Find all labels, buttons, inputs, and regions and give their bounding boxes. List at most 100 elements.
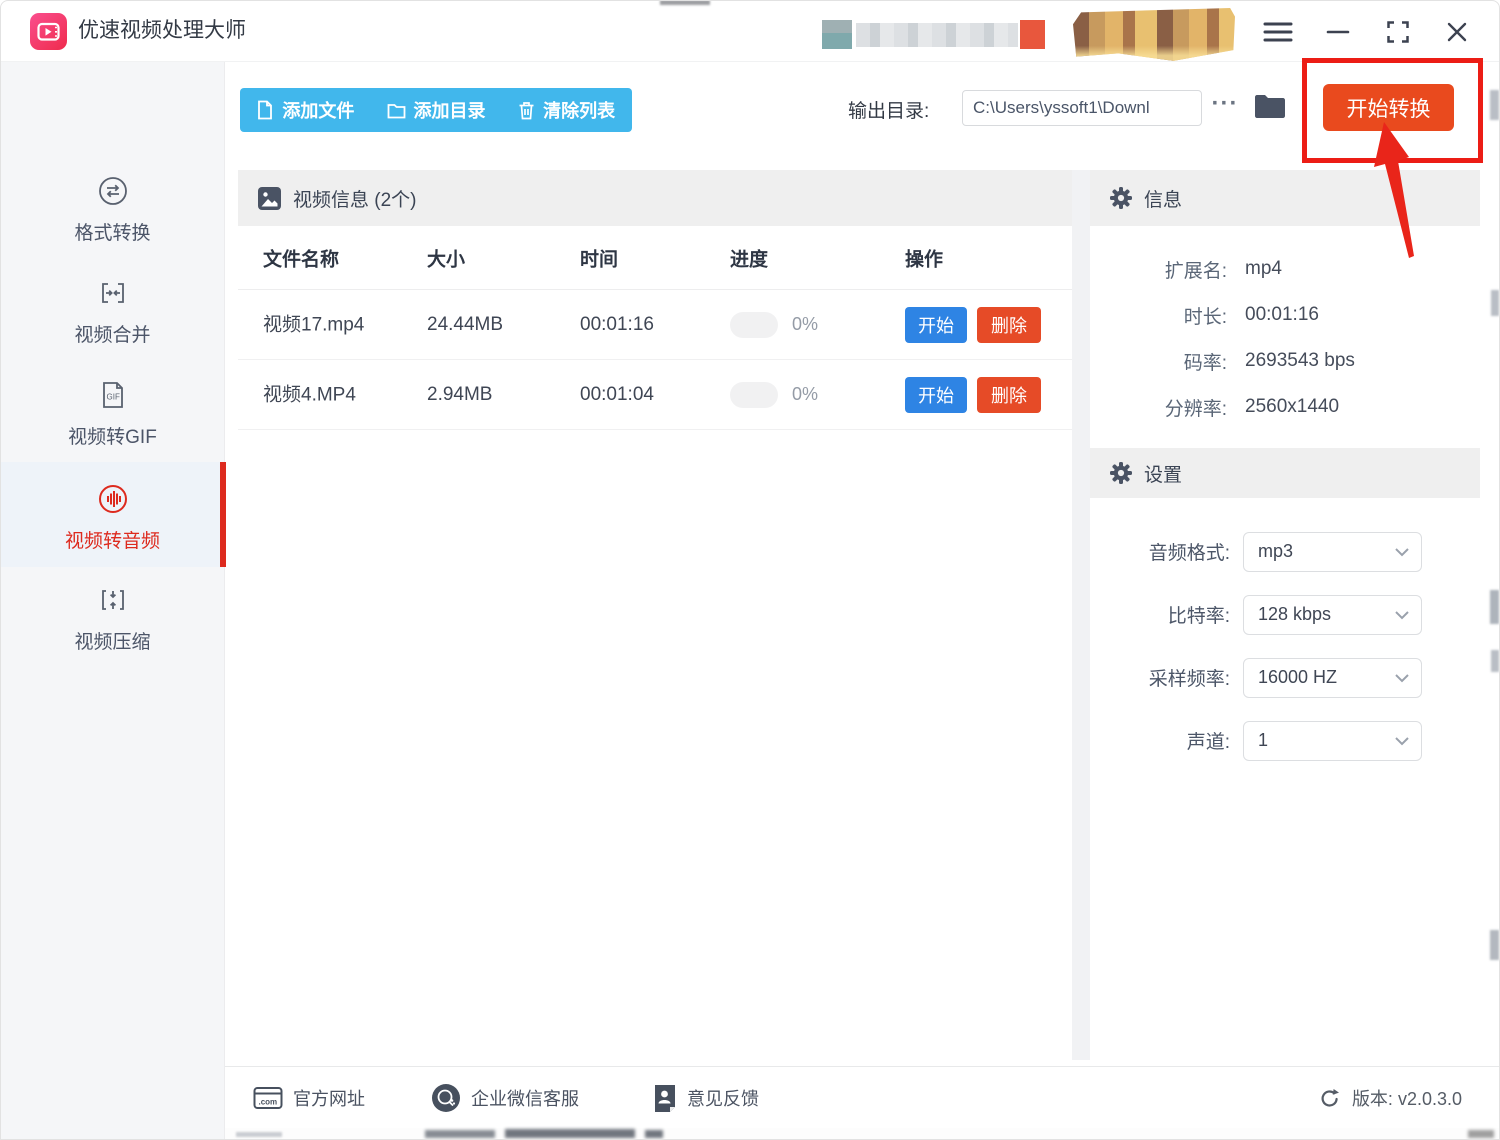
add-folder-label: 添加目录 [414,97,486,123]
chevron-down-icon [1395,547,1409,556]
hamburger-icon [1263,21,1293,43]
table-header-row: 文件名称 大小 时间 进度 操作 [238,226,1072,290]
folder-icon [1253,90,1287,122]
background-artifact [1490,590,1499,624]
sample-rate-select[interactable]: 16000 HZ [1243,658,1422,698]
open-folder-button[interactable] [1252,90,1288,124]
file-size: 24.44MB [427,314,503,336]
feedback-icon [651,1083,677,1113]
clear-list-label: 清除列表 [543,97,615,123]
info-field-duration: 时长: 00:01:16 [1090,292,1480,338]
output-dir-input[interactable] [962,90,1202,126]
background-artifact [1490,930,1499,960]
table-row[interactable]: 视频4.MP4 2.94MB 00:01:04 0% 开始 删除 [238,360,1072,430]
browse-more-button[interactable]: ··· [1210,92,1240,124]
refresh-icon[interactable] [1318,1086,1342,1110]
feedback-link[interactable]: 意见反馈 [651,1083,759,1113]
column-header-size: 大小 [427,244,465,271]
row-actions: 开始 删除 [905,307,1041,343]
close-icon [1445,20,1469,44]
add-folder-button[interactable]: 添加目录 [371,88,502,132]
menu-button[interactable] [1258,14,1298,50]
file-name: 视频17.mp4 [263,310,413,339]
trash-icon [518,101,535,120]
channels-select[interactable]: 1 [1243,721,1422,761]
chevron-down-icon [1395,736,1409,745]
censored-block-yellow [1073,8,1235,62]
audio-format-select[interactable]: mp3 [1243,532,1422,572]
panel-divider [1072,170,1090,1060]
window-bottom-edge [225,1128,1500,1140]
add-folder-icon [387,102,406,119]
add-file-label: 添加文件 [282,97,354,123]
video-list-header: 视频信息 (2个) [238,170,1072,226]
row-delete-button[interactable]: 删除 [977,377,1041,413]
maximize-button[interactable] [1378,14,1418,50]
minimize-icon [1326,20,1350,44]
sidebar-item-video-compress[interactable]: 视频压缩 [0,583,225,654]
censored-text-block [856,23,1018,47]
format-convert-icon [96,174,130,208]
feedback-label: 意见反馈 [687,1085,759,1111]
censored-block-teal [822,20,852,49]
add-file-button[interactable]: 添加文件 [240,88,371,132]
column-header-progress: 进度 [730,244,768,271]
video-compress-icon [96,583,130,617]
info-header: 信息 [1090,170,1480,226]
progress-bar [730,312,778,338]
column-header-actions: 操作 [905,244,943,271]
version-label: 版本: v2.0.3.0 [1352,1085,1462,1111]
file-name: 视频4.MP4 [263,380,413,409]
info-settings-panel: 信息 扩展名: mp4 时长: 00:01:16 码率: 2693543 bps… [1090,170,1480,1060]
close-button[interactable] [1437,14,1477,50]
video-list-title: 视频信息 (2个) [293,185,417,212]
svg-text:GIF: GIF [106,393,119,402]
sidebar-item-label: 视频转GIF [0,422,225,449]
row-delete-button[interactable]: 删除 [977,307,1041,343]
start-convert-button[interactable]: 开始转换 [1323,84,1454,131]
video-to-gif-icon: GIF [96,378,130,412]
app-logo-icon [30,13,67,50]
progress-bar [730,382,778,408]
info-title: 信息 [1144,185,1182,212]
sidebar-item-video-to-audio[interactable]: 视频转音频 [0,462,225,567]
table-row[interactable]: 视频17.mp4 24.44MB 00:01:16 0% 开始 删除 [238,290,1072,360]
bitrate-select[interactable]: 128 kbps [1243,595,1422,635]
info-field-bitrate: 码率: 2693543 bps [1090,338,1480,384]
background-artifact [1491,650,1499,672]
row-start-button[interactable]: 开始 [905,307,967,343]
sidebar-item-label: 视频压缩 [0,627,225,654]
file-toolbar: 添加文件 添加目录 清除列表 [240,88,632,132]
video-to-audio-icon [96,482,130,516]
sidebar: 格式转换 视频合并 GIF 视频转GIF 视频转音频 视频压缩 [0,62,225,1140]
output-dir-label: 输出目录: [848,94,929,130]
clear-list-button[interactable]: 清除列表 [501,88,632,132]
wechat-service-icon [431,1083,461,1113]
svg-text:.com: .com [259,1097,278,1106]
wechat-service-link[interactable]: 企业微信客服 [431,1083,579,1113]
progress-cell: 0% [730,312,818,338]
app-title: 优速视频处理大师 [78,0,246,62]
settings-title: 设置 [1144,460,1182,487]
sidebar-item-format-convert[interactable]: 格式转换 [0,174,225,245]
official-website-label: 官方网址 [293,1085,365,1111]
official-website-link[interactable]: .com 官方网址 [253,1085,365,1111]
sidebar-item-video-merge[interactable]: 视频合并 [0,276,225,347]
row-actions: 开始 删除 [905,377,1041,413]
row-start-button[interactable]: 开始 [905,377,967,413]
gear-icon [1110,187,1132,209]
setting-audio-format: 音频格式: mp3 [1090,520,1480,583]
titlebar: 优速视频处理大师 [0,0,1500,62]
info-fields: 扩展名: mp4 时长: 00:01:16 码率: 2693543 bps 分辨… [1090,246,1480,430]
maximize-icon [1385,19,1411,45]
sidebar-item-label: 格式转换 [0,218,225,245]
background-artifact [1490,90,1499,120]
file-size: 2.94MB [427,384,492,406]
sidebar-item-video-to-gif[interactable]: GIF 视频转GIF [0,378,225,449]
sidebar-item-label: 视频转音频 [0,526,225,553]
wechat-service-label: 企业微信客服 [471,1085,579,1111]
info-field-resolution: 分辨率: 2560x1440 [1090,384,1480,430]
minimize-button[interactable] [1318,14,1358,50]
settings-fields: 音频格式: mp3 比特率: 128 kbps 采样频率: 16000 HZ 声… [1090,520,1480,772]
column-header-time: 时间 [580,244,618,271]
